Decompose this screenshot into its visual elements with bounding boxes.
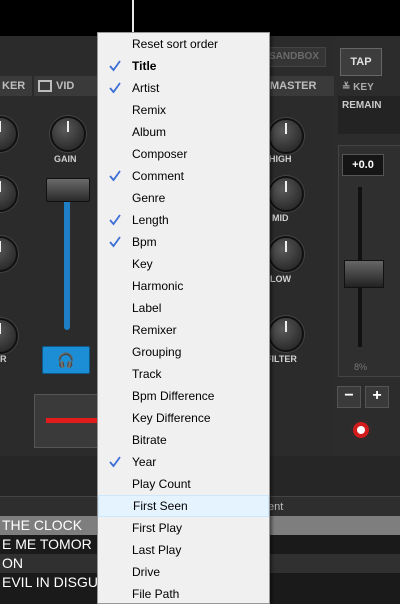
sandbox-button[interactable]: SANDBOX (262, 47, 326, 67)
chevron-down-icon: ≚ (342, 82, 354, 93)
menu-item-album[interactable]: Album (98, 121, 269, 143)
menu-item-grouping[interactable]: Grouping (98, 341, 269, 363)
waveform-playhead (132, 0, 134, 36)
video-header-label: VID (56, 80, 75, 92)
menu-item-bpm[interactable]: Bpm (98, 231, 269, 253)
remain-display[interactable]: REMAIN (338, 96, 400, 134)
menu-item-label: Bitrate (132, 433, 167, 447)
menu-item-genre[interactable]: Genre (98, 187, 269, 209)
key-label[interactable]: ≚ KEY (342, 82, 374, 93)
menu-item-label: Harmonic (132, 279, 184, 293)
menu-item-play-count[interactable]: Play Count (98, 473, 269, 495)
low-knob[interactable] (268, 236, 304, 272)
volume-fader-handle[interactable] (46, 178, 90, 202)
menu-item-label: First Seen (133, 499, 188, 513)
menu-item-label: Album (132, 125, 167, 139)
pitch-value[interactable]: +0.0 (342, 154, 384, 176)
menu-item-label: Composer (132, 147, 188, 161)
menu-item-label: Bpm (132, 235, 157, 249)
menu-item-last-play[interactable]: Last Play (98, 539, 269, 561)
column-context-menu: Reset sort order Title Artist Remix Album Com… (97, 32, 270, 604)
menu-item-bitrate[interactable]: Bitrate (98, 429, 269, 451)
checkmark-icon (109, 60, 121, 72)
menu-item-label: Remixer (132, 323, 177, 337)
menu-item-year[interactable]: Year (98, 451, 269, 473)
menu-item-label: First Play (132, 521, 183, 535)
crossfader-indicator (46, 418, 100, 423)
menu-item-harmonic[interactable]: Harmonic (98, 275, 269, 297)
mid-label: MID (272, 213, 289, 223)
menu-item-label: Artist (132, 81, 160, 95)
low-label: LOW (270, 274, 291, 284)
menu-item-composer[interactable]: Composer (98, 143, 269, 165)
menu-item-label: Year (132, 455, 157, 469)
menu-item-drive[interactable]: Drive (98, 561, 269, 583)
top-bar (0, 0, 400, 36)
menu-item-label: Length (132, 213, 169, 227)
menu-item-first-seen[interactable]: First Seen (98, 495, 269, 517)
headphones-icon: 🎧 (57, 352, 75, 368)
film-icon (38, 80, 52, 92)
filter-label: FILTER (266, 354, 297, 364)
menu-item-track[interactable]: Track (98, 363, 269, 385)
filter-label-left: R (0, 354, 7, 364)
gain-label: GAIN (54, 154, 77, 164)
menu-item-label: Key (132, 257, 153, 271)
menu-item-remixer[interactable]: Remixer (98, 319, 269, 341)
menu-item-label: Key Difference (132, 411, 211, 425)
menu-item-key[interactable]: Key (98, 253, 269, 275)
menu-item-label: Drive (132, 565, 161, 579)
pitch-plus-button[interactable]: + (365, 386, 389, 408)
menu-item-label: Play Count (132, 477, 191, 491)
menu-item-key-difference[interactable]: Key Difference (98, 407, 269, 429)
menu-item-label: File Path (132, 587, 180, 601)
headphones-button[interactable]: 🎧 (42, 346, 90, 374)
pitch-minus-button[interactable]: − (337, 386, 361, 408)
menu-item-label: Label (132, 301, 162, 315)
menu-item-reset-sort-order[interactable]: Reset sort order (98, 33, 269, 55)
menu-item-label: Reset sort order (132, 37, 219, 51)
mixer-header-left: KER (0, 76, 32, 96)
volume-fader-track[interactable] (64, 195, 70, 330)
menu-item-remix[interactable]: Remix (98, 99, 269, 121)
menu-item-file-path[interactable]: File Path (98, 583, 269, 603)
menu-item-label: Remix (132, 103, 167, 117)
pitch-range-label: 8% (354, 362, 368, 372)
tap-button[interactable]: TAP (340, 48, 382, 76)
key-label-text: KEY (353, 82, 374, 93)
pitch-slider-handle[interactable] (344, 260, 384, 288)
menu-item-label: Grouping (132, 345, 182, 359)
menu-item-title[interactable]: Title (98, 55, 269, 77)
menu-item-list: Reset sort order Title Artist Remix Album Com… (98, 33, 269, 603)
menu-item-label: Comment (132, 169, 185, 183)
filter-knob[interactable] (268, 316, 304, 352)
menu-item-comment[interactable]: Comment (98, 165, 269, 187)
menu-item-label: Title (132, 59, 157, 73)
menu-item-bpm-difference[interactable]: Bpm Difference (98, 385, 269, 407)
checkmark-icon (109, 236, 121, 248)
high-label: HIGH (269, 154, 292, 164)
high-knob[interactable] (268, 118, 304, 154)
checkmark-icon (109, 82, 121, 94)
master-header: MASTER (266, 76, 338, 96)
checkmark-icon (109, 456, 121, 468)
menu-item-label: Track (132, 367, 162, 381)
column-header-comment[interactable]: ent (268, 497, 283, 517)
menu-item-label: Last Play (132, 543, 182, 557)
menu-item-label: Genre (132, 191, 166, 205)
gain-knob[interactable] (50, 116, 86, 152)
menu-item-first-play[interactable]: First Play (98, 517, 269, 539)
checkmark-icon (109, 214, 121, 226)
checkmark-icon (109, 170, 121, 182)
mid-knob[interactable] (268, 176, 304, 212)
menu-item-length[interactable]: Length (98, 209, 269, 231)
menu-item-label[interactable]: Label (98, 297, 269, 319)
menu-item-artist[interactable]: Artist (98, 77, 269, 99)
record-icon (357, 426, 365, 434)
menu-item-label: Bpm Difference (132, 389, 215, 403)
